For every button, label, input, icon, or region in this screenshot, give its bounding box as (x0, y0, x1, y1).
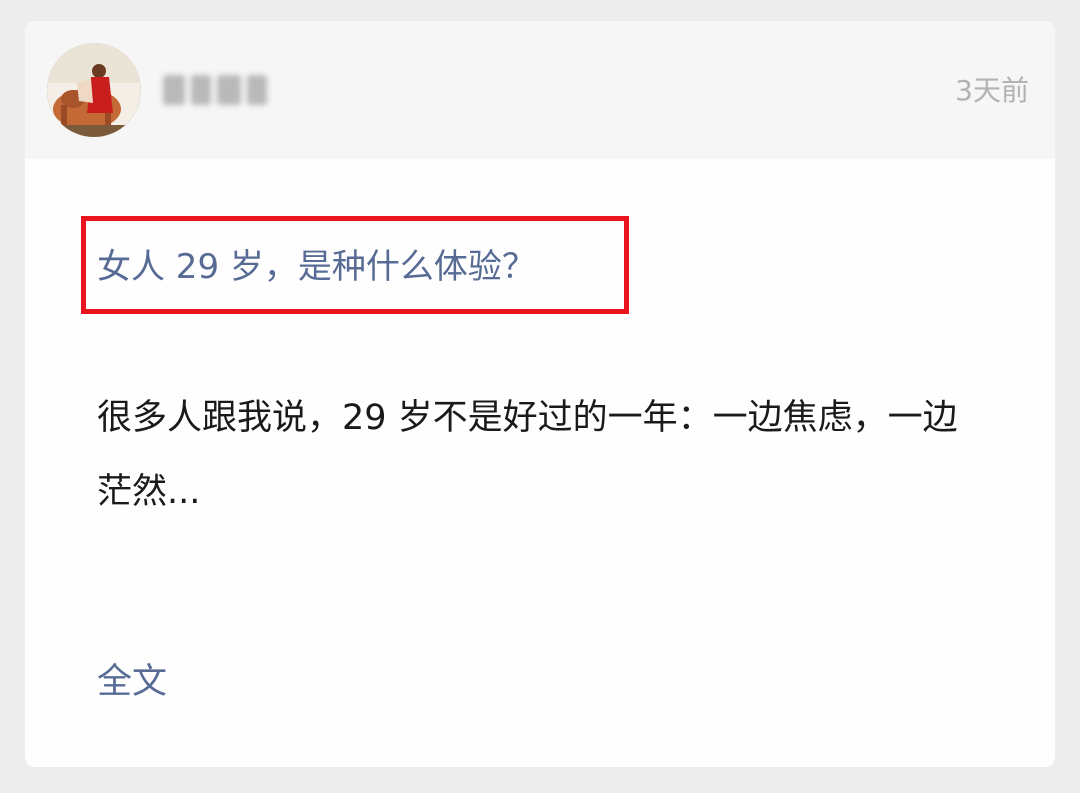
painting-avatar-icon (47, 43, 141, 137)
post-title-link[interactable]: 女人 29 岁，是种什么体验？ (97, 241, 536, 293)
post-timestamp: 3天前 (955, 74, 1029, 107)
post-card[interactable]: 3天前 女人 29 岁，是种什么体验？ 很多人跟我说，29 岁不是好过的一年：一… (25, 21, 1055, 767)
full-text-link[interactable]: 全文 (97, 657, 167, 707)
post-excerpt: 很多人跟我说，29 岁不是好过的一年：一边焦虑，一边茫然... (97, 398, 958, 512)
author-name-blurred[interactable] (163, 71, 281, 109)
post-header: 3天前 (25, 21, 1055, 159)
avatar[interactable] (47, 43, 141, 137)
